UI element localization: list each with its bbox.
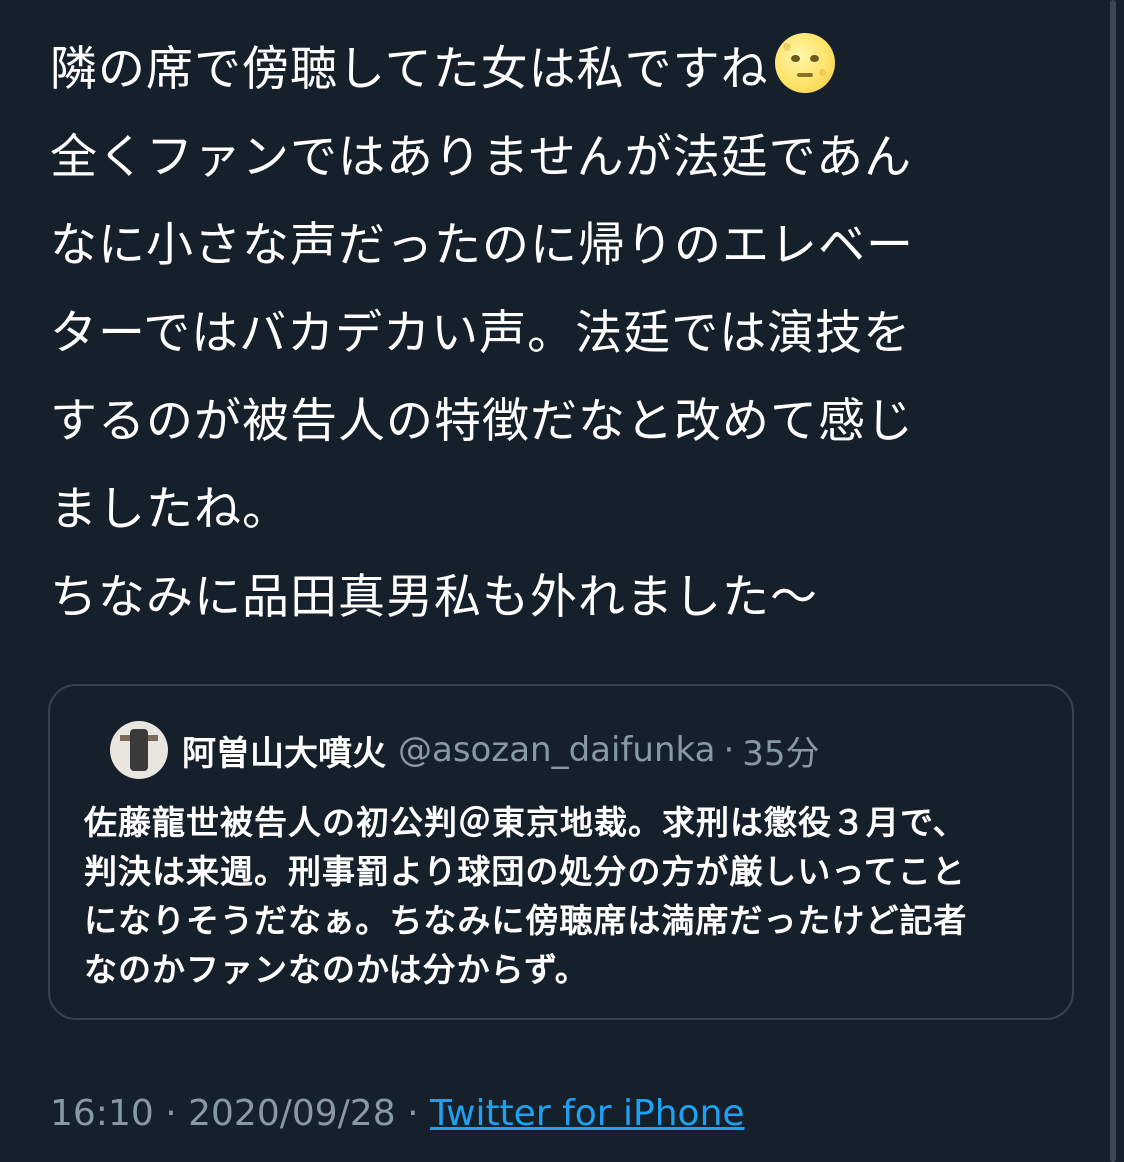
tweet-line-6: ましたね。 [50, 482, 290, 537]
meta-separator-1: · [165, 1093, 177, 1134]
meta-separator-2: · [407, 1093, 419, 1134]
quoted-tweet-text: 佐藤龍世被告人の初公判＠東京地裁。求刑は懲役３月で、 判決は来週。刑事罰より球団… [84, 798, 1054, 994]
quoted-author-name[interactable]: 阿曽山大噴火 [182, 726, 386, 775]
quoted-tweet-header: 阿曽山大噴火 @asozan_daifunka · 35分 [110, 720, 820, 780]
scrollbar-thumb[interactable] [1110, 0, 1116, 1162]
quoted-author-handle[interactable]: @asozan_daifunka [398, 730, 715, 770]
tweet-line-4: ターではバカデカい声。法廷では演技を [50, 306, 912, 361]
tweet-metadata: 16:10 · 2020/09/28 · Twitter for iPhone [50, 1088, 745, 1140]
source-link[interactable]: Twitter for iPhone [430, 1093, 745, 1134]
quoted-tweet-card[interactable]: 阿曽山大噴火 @asozan_daifunka · 35分 佐藤龍世被告人の初公… [48, 684, 1074, 1020]
tweet-date[interactable]: 2020/09/28 [188, 1093, 396, 1134]
quote-line-2: 判決は来週。刑事罰より球団の処分の方が厳しいってこと [84, 852, 966, 891]
tweet-line-1: 隣の席で傍聴してた女は私ですね [50, 42, 769, 97]
tweet-line-2: 全くファンではありませんが法廷であん [50, 130, 913, 185]
tweet-line-7: ちなみに品田真男私も外れました〜 [50, 570, 818, 625]
tweet-line-3: なに小さな声だったのに帰りのエレベー [50, 218, 914, 273]
quote-line-1: 佐藤龍世被告人の初公判＠東京地裁。求刑は懲役３月で、 [84, 803, 967, 842]
tweet-time[interactable]: 16:10 [50, 1093, 154, 1134]
quote-line-4: なのかファンなのかは分からず。 [84, 950, 589, 989]
quote-line-3: になりそうだなぁ。ちなみに傍聴席は満席だったけど記者 [84, 901, 968, 940]
quoted-timestamp[interactable]: 35分 [742, 726, 819, 775]
tweet-text: 隣の席で傍聴してた女は私ですね 全くファンではありませんが法廷であん なに小さな… [50, 26, 1080, 642]
avatar[interactable] [110, 721, 168, 779]
full-moon-face-icon [774, 33, 835, 93]
tweet-line-5: するのが被告人の特徴だなと改めて感じ [50, 394, 914, 449]
scrollbar[interactable] [1104, 0, 1124, 1162]
quoted-separator: · [723, 730, 735, 770]
